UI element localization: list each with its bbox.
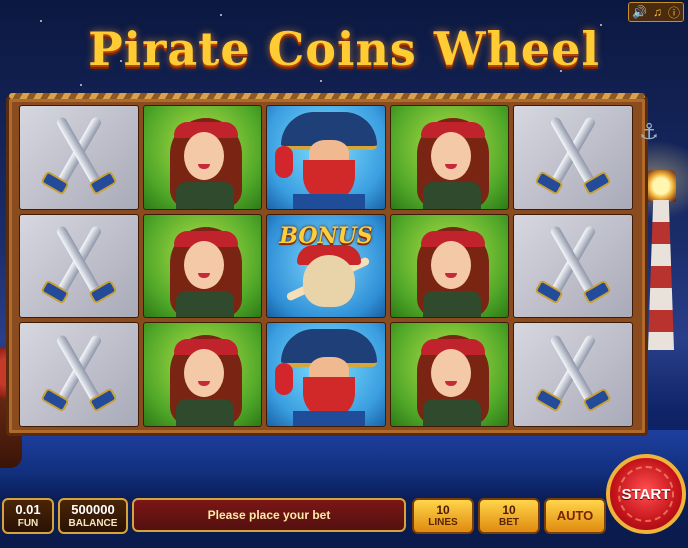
reel-frame: ⚓ BONUS (6, 93, 659, 436)
symbol-crossed-swords (513, 213, 633, 319)
game-title: Pirate Coins Wheel (88, 22, 600, 76)
sea-background (0, 430, 688, 500)
symbol-crossed-swords (513, 105, 633, 210)
symbol-pirate-lady (389, 213, 510, 319)
symbol-pirate-lady (389, 105, 510, 210)
start-button[interactable]: START (606, 454, 686, 534)
bet-label: BET (499, 517, 519, 528)
top-controls: 🔊 ♫ ⓘ (628, 2, 684, 22)
auto-button[interactable]: AUTO (544, 498, 606, 534)
ship-wheel-icon (618, 466, 674, 522)
symbol-crossed-swords (19, 213, 139, 319)
balance-label: BALANCE (68, 518, 118, 529)
bonus-label: BONUS (279, 222, 373, 249)
coin-label: FUN (17, 518, 39, 529)
symbol-pirate-lady (142, 322, 263, 427)
coin-value: 0.01 (15, 502, 41, 517)
balance-value: 500000 (71, 502, 115, 517)
bet-button[interactable]: 10 BET (478, 498, 540, 534)
bet-value: 10 (502, 503, 516, 517)
music-note-icon[interactable]: ♫ (653, 5, 662, 19)
rope-decoration (9, 93, 645, 99)
lines-button[interactable]: 10 LINES (412, 498, 474, 534)
balance-display: 500000 BALANCE (58, 498, 128, 534)
info-icon[interactable]: ⓘ (668, 4, 680, 21)
symbol-pirate-captain (266, 105, 386, 210)
symbol-pirate-lady (142, 105, 263, 210)
reel-grid: BONUS (19, 105, 633, 427)
symbol-crossed-swords (19, 322, 139, 427)
symbol-crossed-swords (19, 105, 139, 210)
symbol-pirate-lady (389, 322, 510, 427)
symbol-crossed-swords (513, 322, 633, 427)
anchor-icon: ⚓ (639, 119, 659, 144)
lines-value: 10 (436, 503, 450, 517)
speaker-icon[interactable]: 🔊 (632, 5, 647, 19)
status-message: Please place your bet (132, 498, 406, 532)
symbol-bonus-skull: BONUS (266, 213, 386, 319)
bottom-control-bar: 0.01 FUN 500000 BALANCE Please place you… (0, 496, 688, 548)
symbol-pirate-lady (142, 213, 263, 319)
lines-label: LINES (428, 517, 458, 528)
symbol-pirate-captain (266, 322, 386, 427)
coin-value-display[interactable]: 0.01 FUN (2, 498, 54, 534)
